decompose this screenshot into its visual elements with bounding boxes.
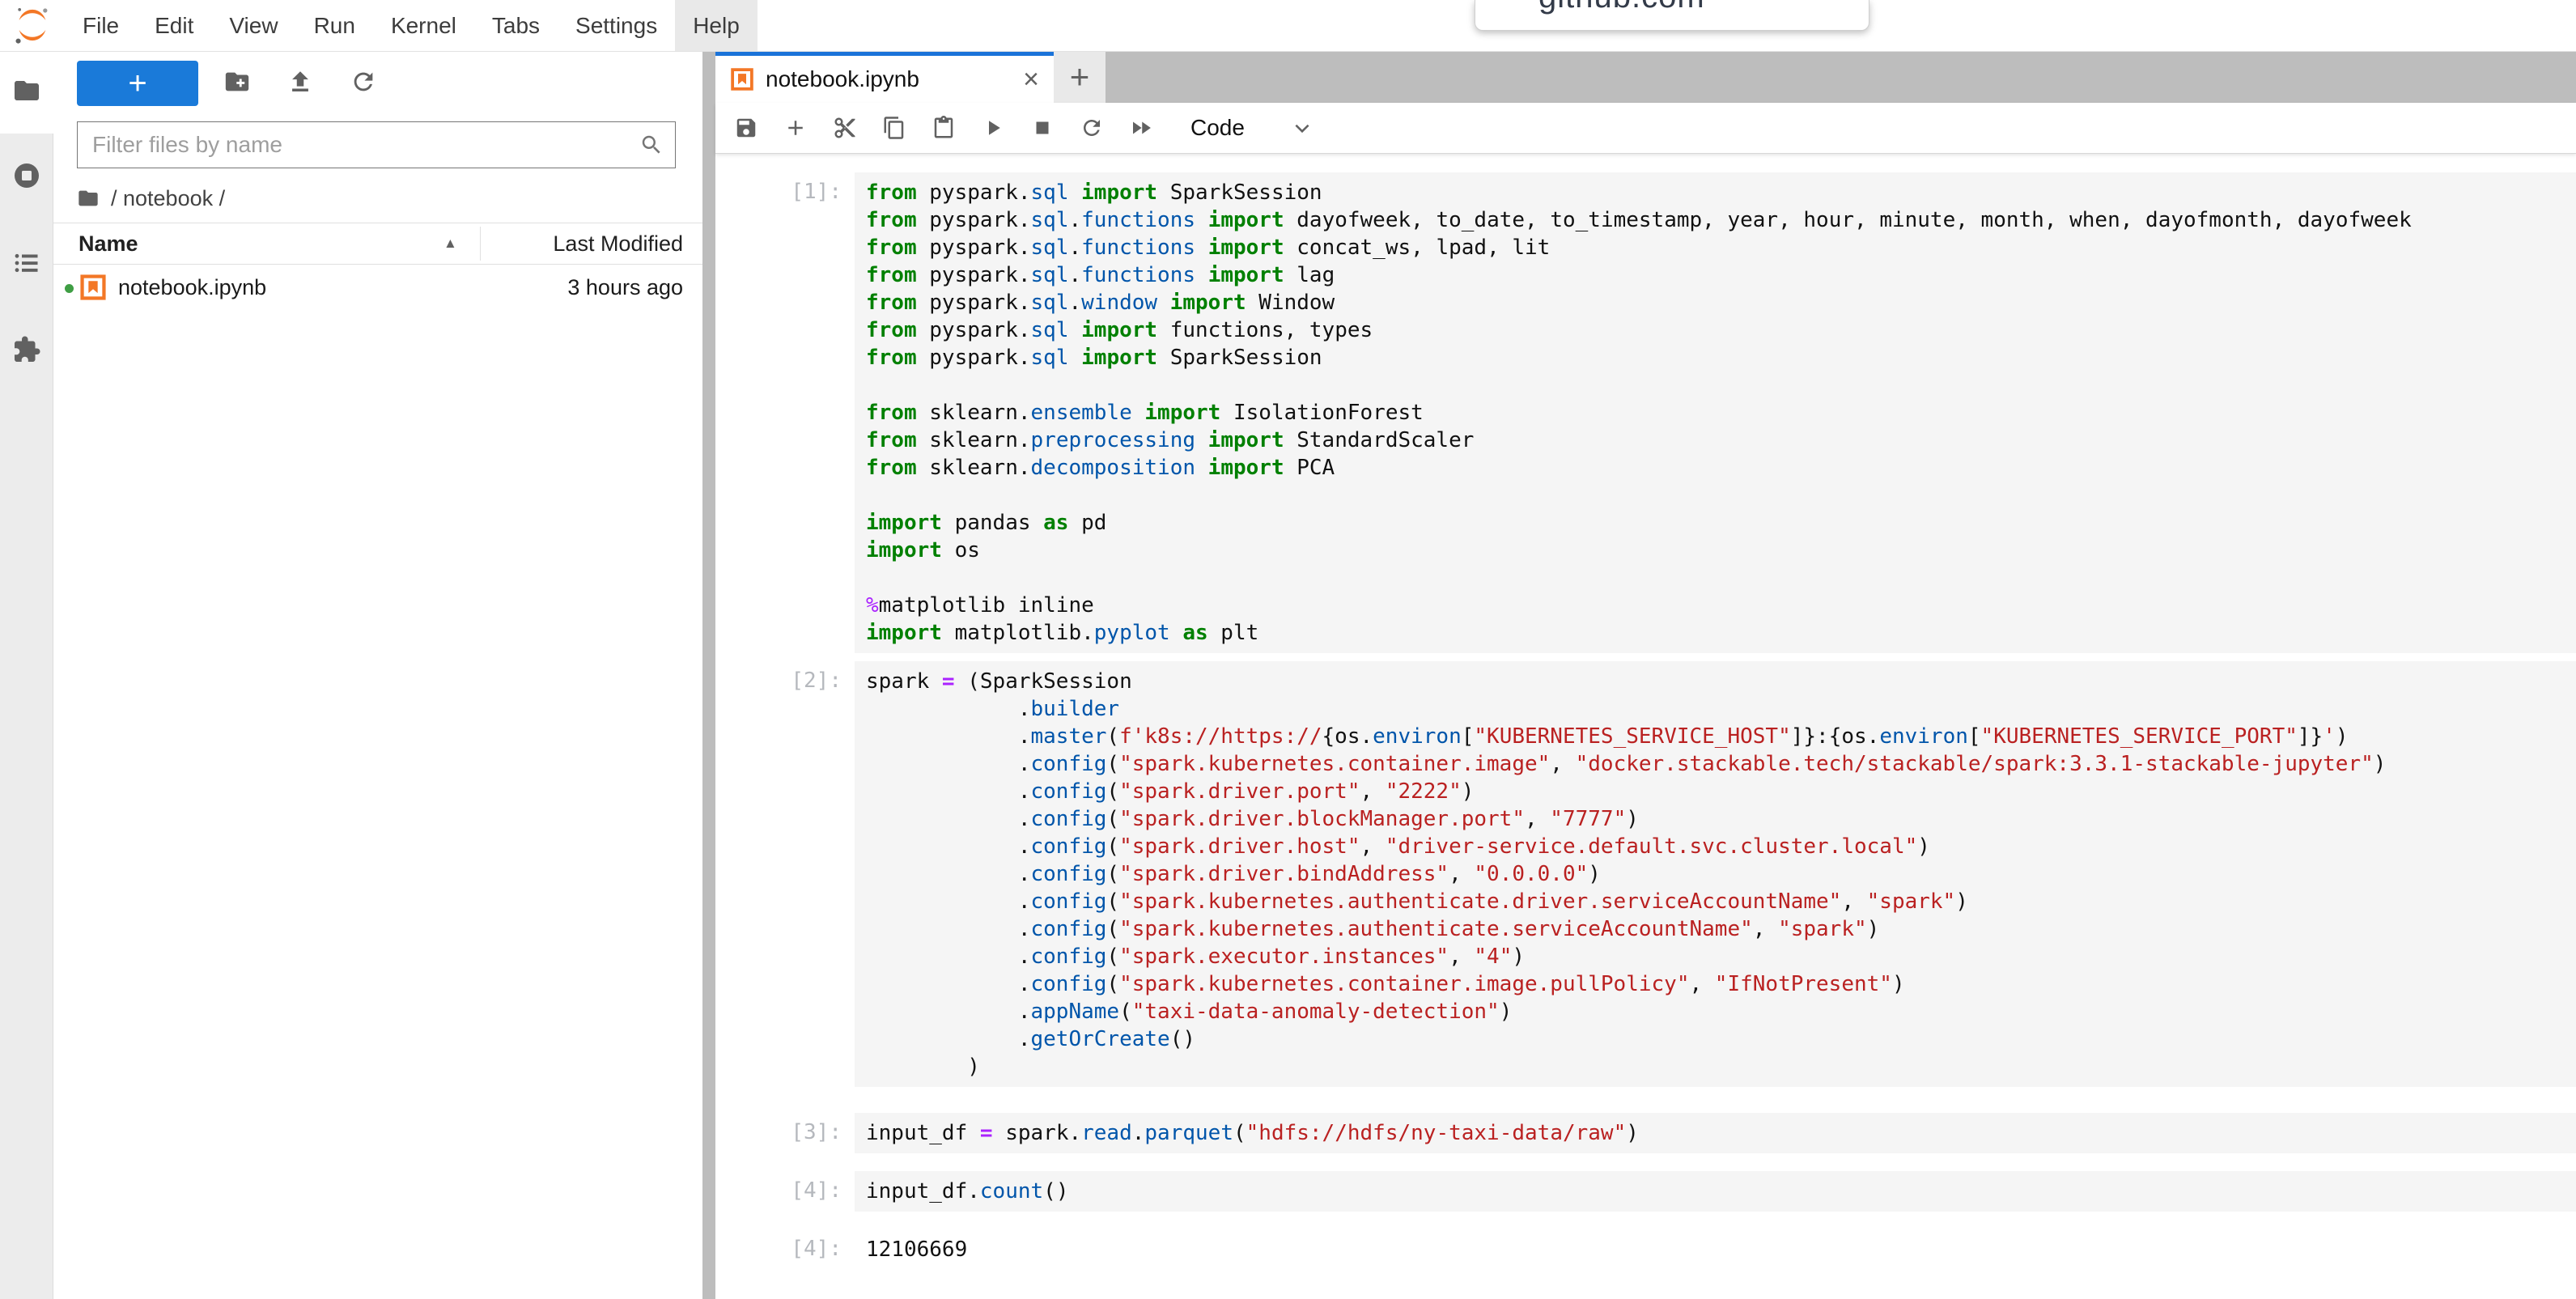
menu-item-edit[interactable]: Edit bbox=[137, 0, 211, 51]
sort-ascending-icon: ▲ bbox=[443, 223, 457, 264]
copy-icon bbox=[882, 116, 906, 140]
file-modified: 3 hours ago bbox=[567, 265, 683, 310]
cut-cells-button[interactable] bbox=[825, 108, 864, 147]
restart-kernel-button[interactable] bbox=[1072, 108, 1111, 147]
folder-icon bbox=[12, 76, 41, 105]
new-folder-button[interactable] bbox=[223, 68, 251, 96]
menubar: FileEditViewRunKernelTabsSettingsHelp bbox=[0, 0, 2576, 52]
paste-icon bbox=[932, 116, 956, 140]
cell-editor[interactable]: input_df.count() bbox=[855, 1171, 2576, 1212]
cell-editor[interactable]: spark = (SparkSession .builder .master(f… bbox=[855, 661, 2576, 1087]
file-browser-panel: + / notebook / bbox=[53, 51, 702, 1299]
code-cell: [4]:input_df.count() bbox=[715, 1171, 2576, 1212]
fast-forward-icon bbox=[1129, 116, 1153, 140]
cut-icon bbox=[833, 116, 857, 140]
tab-close-icon[interactable]: × bbox=[1023, 66, 1039, 93]
paste-cells-button[interactable] bbox=[924, 108, 963, 147]
stop-icon bbox=[1030, 116, 1055, 140]
menu-item-file[interactable]: File bbox=[65, 0, 137, 51]
new-folder-icon bbox=[223, 68, 251, 96]
menu-item-settings[interactable]: Settings bbox=[558, 0, 675, 51]
add-cell-icon bbox=[783, 116, 808, 140]
output-row: [4]:12106669 bbox=[715, 1229, 2576, 1270]
execution-prompt: [3]: bbox=[715, 1113, 855, 1144]
notebook-tab-icon bbox=[730, 67, 754, 91]
menu-item-help[interactable]: Help bbox=[675, 0, 758, 51]
refresh-button[interactable] bbox=[350, 68, 377, 96]
save-button[interactable] bbox=[727, 108, 766, 147]
upload-button[interactable] bbox=[286, 68, 314, 96]
filter-files-input[interactable] bbox=[78, 122, 675, 168]
kernel-running-dot bbox=[65, 284, 74, 293]
dock-tab-bar: notebook.ipynb × + bbox=[715, 51, 2576, 103]
table-of-contents-tab[interactable] bbox=[12, 248, 41, 278]
execution-prompt: [1]: bbox=[715, 172, 855, 204]
extension-manager-tab[interactable] bbox=[12, 335, 41, 364]
notebook-content: [1]:from pyspark.sql import SparkSession… bbox=[715, 154, 2576, 1299]
tab-label: notebook.ipynb bbox=[766, 66, 919, 92]
main-dock: notebook.ipynb × + bbox=[715, 51, 2576, 1299]
link-preview-popup: github.com bbox=[1475, 0, 1869, 31]
file-list-header: Name ▲ Last Modified bbox=[53, 223, 702, 265]
search-icon bbox=[639, 133, 664, 157]
chevron-down-icon bbox=[1292, 117, 1313, 138]
refresh-icon bbox=[350, 68, 377, 96]
breadcrumb[interactable]: / notebook / bbox=[77, 182, 225, 214]
filter-box bbox=[77, 121, 676, 168]
code-cell: [3]:input_df = spark.read.parquet("hdfs:… bbox=[715, 1113, 2576, 1153]
column-divider bbox=[480, 227, 481, 261]
breadcrumb-path: / notebook / bbox=[111, 186, 225, 211]
restart-run-all-button[interactable] bbox=[1122, 108, 1161, 147]
home-folder-icon bbox=[77, 187, 100, 210]
interrupt-kernel-button[interactable] bbox=[1023, 108, 1062, 147]
cell-editor[interactable]: from pyspark.sql import SparkSession fro… bbox=[855, 172, 2576, 653]
column-header-name[interactable]: Name bbox=[79, 223, 138, 264]
file-browser-tab[interactable] bbox=[12, 76, 41, 105]
upload-icon bbox=[286, 68, 314, 96]
execution-prompt: [4]: bbox=[715, 1171, 855, 1203]
cell-type-value: Code bbox=[1190, 115, 1245, 141]
code-cell: [2]:spark = (SparkSession .builder .mast… bbox=[715, 661, 2576, 1087]
menu-item-view[interactable]: View bbox=[211, 0, 295, 51]
table-of-contents-icon bbox=[12, 248, 41, 278]
new-tab-button[interactable]: + bbox=[1054, 51, 1106, 103]
output-prompt: [4]: bbox=[715, 1229, 855, 1261]
file-list-item[interactable]: notebook.ipynb 3 hours ago bbox=[53, 265, 702, 310]
jupyter-logo-icon bbox=[13, 5, 52, 45]
menu-item-kernel[interactable]: Kernel bbox=[373, 0, 474, 51]
popup-url-text: github.com bbox=[1475, 0, 1869, 15]
jupyterlab-app: FileEditViewRunKernelTabsSettingsHelp gi… bbox=[0, 0, 2576, 1299]
running-sessions-tab[interactable] bbox=[12, 161, 41, 190]
menu-item-run[interactable]: Run bbox=[296, 0, 373, 51]
menubar-items: FileEditViewRunKernelTabsSettingsHelp bbox=[65, 0, 758, 51]
copy-cells-button[interactable] bbox=[875, 108, 914, 147]
running-sessions-icon bbox=[12, 161, 41, 190]
extensions-icon bbox=[12, 335, 41, 364]
output-area: 12106669 bbox=[855, 1229, 2576, 1270]
notebook-file-icon bbox=[79, 274, 107, 301]
file-name: notebook.ipynb bbox=[118, 265, 266, 310]
new-launcher-button[interactable]: + bbox=[77, 61, 198, 106]
menu-item-tabs[interactable]: Tabs bbox=[474, 0, 558, 51]
tab-notebook[interactable]: notebook.ipynb × bbox=[715, 51, 1054, 103]
notebook-toolbar: Code bbox=[715, 103, 2576, 154]
cell-editor[interactable]: input_df = spark.read.parquet("hdfs://hd… bbox=[855, 1113, 2576, 1153]
cells-container: [1]:from pyspark.sql import SparkSession… bbox=[715, 172, 2576, 1270]
sidebar-splitter[interactable] bbox=[702, 51, 715, 1299]
activity-bar bbox=[0, 51, 53, 1299]
restart-icon bbox=[1080, 116, 1104, 140]
execution-prompt: [2]: bbox=[715, 661, 855, 693]
code-cell: [1]:from pyspark.sql import SparkSession… bbox=[715, 172, 2576, 653]
save-icon bbox=[734, 116, 758, 140]
run-cell-button[interactable] bbox=[974, 108, 1012, 147]
cell-type-dropdown[interactable]: Code bbox=[1190, 115, 1313, 141]
add-cell-button[interactable] bbox=[776, 108, 815, 147]
column-header-modified[interactable]: Last Modified bbox=[553, 223, 683, 264]
run-icon bbox=[981, 116, 1005, 140]
